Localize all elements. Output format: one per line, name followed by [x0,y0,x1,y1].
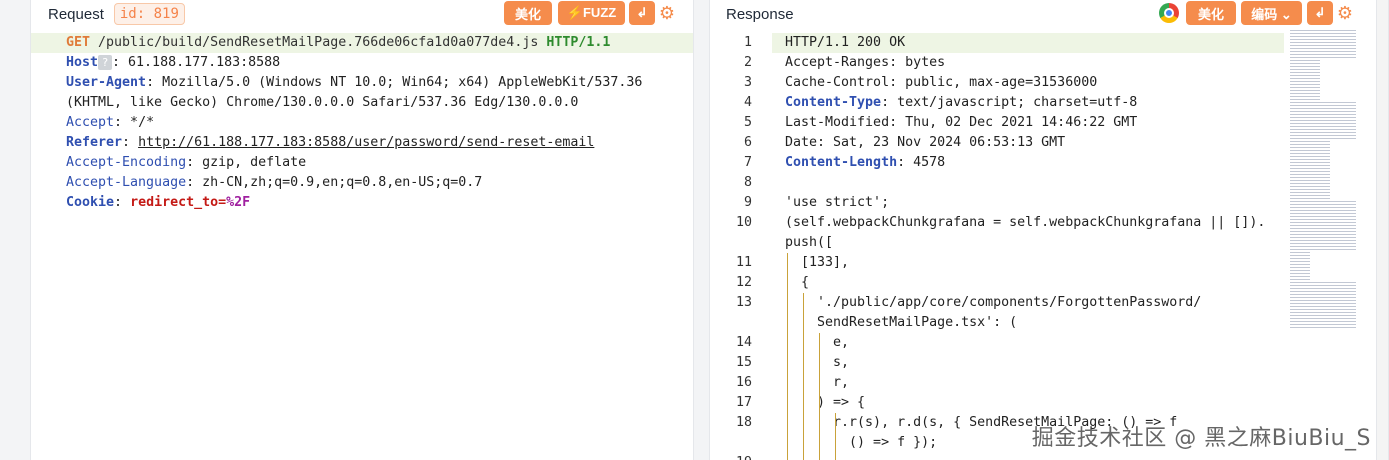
line-number: 12 [735,275,752,290]
response-pane: Response 美化 编码 ⌄ ↲ ⚙ 1 HTTP/1.1 200 OK 2 Ac… [709,0,1389,460]
indent-guide [803,293,804,460]
line-text: push([ [785,235,834,250]
line-text: s, [785,355,850,370]
request-id-badge: id: 819 [113,3,185,25]
code-line: 17 ) => { [710,393,1388,413]
line-text: ) => { [785,395,866,410]
watermark-text: 掘金技术社区 @ 黑之麻BiuBiu_S [1031,426,1371,451]
vertical-scrollbar[interactable] [1376,0,1388,460]
code-line: 1 HTTP/1.1 200 OK [710,33,1388,53]
response-header: Response 美化 编码 ⌄ ↲ ⚙ [710,0,1388,28]
request-line: GET /public/build/SendResetMailPage.766d… [31,33,693,53]
code-line: 5 Last-Modified: Thu, 02 Dec 2021 14:46:2… [710,113,1388,133]
line-text: (self.webpackChunkgrafana = self.webpack… [785,215,1266,230]
help-icon[interactable]: ? [98,54,113,70]
code-line: 9 'use strict'; [710,193,1388,213]
code-line: 3 Cache-Control: public, max-age=31536000 [710,73,1388,93]
fuzz-button[interactable]: ⚡FUZZ [558,1,625,25]
code-line: 13 './public/app/core/components/Forgott… [710,293,1388,313]
response-beautify-button[interactable]: 美化 [1186,1,1236,25]
line-number: 13 [735,295,752,310]
code-line: 8 [710,173,1388,193]
line-text: { [785,275,810,290]
line-number: 2 [743,55,752,70]
line-text: () => f }); [785,435,938,450]
line-text: SendResetMailPage.tsx': ( [785,315,1018,330]
line-text: Content-Type: text/javascript; charset=u… [785,95,1138,110]
line-number: 14 [735,335,752,350]
code-line: 12 { [710,273,1388,293]
settings-gear-icon[interactable]: ⚙ [657,3,677,23]
line-number: 15 [735,355,752,370]
line-number: 5 [743,115,752,130]
line-number: 1 [743,35,752,50]
indent-guide [819,333,820,460]
response-settings-gear-icon[interactable]: ⚙ [1335,3,1355,23]
code-line: 11 [133], [710,253,1388,273]
line-text: r, [785,375,850,390]
line-text: Cache-Control: public, max-age=31536000 [785,75,1098,90]
line-text: [133], [785,255,850,270]
line-number: 3 [743,75,752,90]
indent-guide [787,253,788,460]
code-line: SendResetMailPage.tsx': ( [710,313,1388,333]
header-accept-language: Accept-Language: zh-CN,zh;q=0.9,en;q=0.8… [66,175,483,190]
line-text: Accept-Ranges: bytes [785,55,946,70]
code-line: 19 [710,453,1388,460]
code-line: 15 s, [710,353,1388,373]
chrome-browser-icon[interactable] [1159,3,1179,23]
code-line: 2 Accept-Ranges: bytes [710,53,1388,73]
code-line: 6 Date: Sat, 23 Nov 2024 06:53:13 GMT [710,133,1388,153]
header-user-agent: User-Agent: Mozilla/5.0 (Windows NT 10.0… [66,75,643,90]
code-line: 10 (self.webpackChunkgrafana = self.webpa… [710,213,1388,233]
request-pane: Request id: 819 美化 ⚡FUZZ ↲ ⚙ GET /public… [30,0,694,460]
line-number: 7 [743,155,752,170]
line-number: 18 [735,415,752,430]
code-line: 4 Content-Type: text/javascript; charset=… [710,93,1388,113]
beautify-button[interactable]: 美化 [504,1,552,25]
code-line: 14 e, [710,333,1388,353]
line-number: 11 [735,255,752,270]
line-text: HTTP/1.1 200 OK [785,35,906,50]
line-text: Date: Sat, 23 Nov 2024 06:53:13 GMT [785,135,1066,150]
line-number: 19 [710,453,752,460]
referer-link[interactable]: http://61.188.177.183:8588/user/password… [138,135,594,150]
line-number: 10 [735,215,752,230]
header-cookie: Cookie: redirect_to=%2F [66,195,251,210]
line-text: './public/app/core/components/ForgottenP… [785,295,1202,310]
line-text: e, [785,335,850,350]
request-title: Request [48,5,104,23]
line-number: 16 [735,375,752,390]
request-header: Request id: 819 美化 ⚡FUZZ ↲ ⚙ [31,0,693,28]
line-text: Content-Length: 4578 [785,155,946,170]
header-accept: Accept: */* [66,115,155,130]
code-line: 7 Content-Length: 4578 [710,153,1388,173]
line-number: 9 [743,195,752,210]
line-text: 'use strict'; [785,195,890,210]
response-title: Response [726,5,794,23]
line-number: 4 [743,95,752,110]
request-editor[interactable]: GET /public/build/SendResetMailPage.766d… [31,33,693,213]
line-number: 17 [735,395,752,410]
line-number: 6 [743,135,752,150]
wrap-toggle-button[interactable]: ↲ [629,1,655,25]
header-host: Host?: 61.188.177.183:8588 [66,54,281,70]
response-editor[interactable]: 1 HTTP/1.1 200 OK 2 Accept-Ranges: bytes 3 Ca… [710,33,1388,460]
header-user-agent-cont: (KHTML, like Gecko) Chrome/130.0.0.0 Saf… [66,95,579,110]
header-accept-encoding: Accept-Encoding: gzip, deflate [66,155,307,170]
indent-guide [835,413,836,460]
code-line: 16 r, [710,373,1388,393]
encoding-dropdown[interactable]: 编码 ⌄ [1241,1,1302,25]
line-number: 8 [743,175,752,190]
response-wrap-toggle-button[interactable]: ↲ [1307,1,1333,25]
line-text: Last-Modified: Thu, 02 Dec 2021 14:46:22… [785,115,1138,130]
code-line: push([ [710,233,1388,253]
header-referer: Referer: http://61.188.177.183:8588/user… [66,135,595,150]
